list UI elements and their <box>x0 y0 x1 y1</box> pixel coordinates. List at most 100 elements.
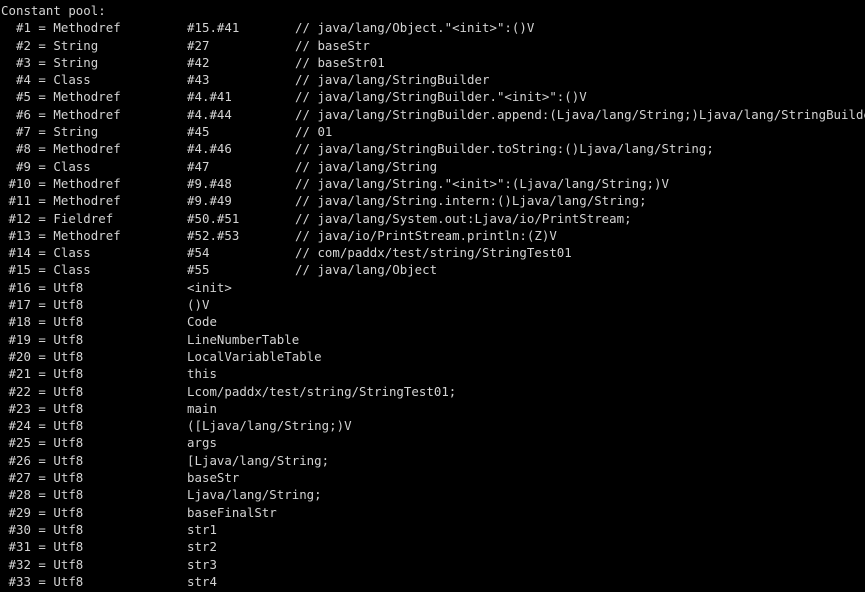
entry-index-and-tag: #11 = Methodref <box>1 193 121 209</box>
constant-pool-entry: #9 = Class #47 // java/lang/String <box>1 158 865 175</box>
constant-pool-entry: #23 = Utf8 main <box>1 400 865 417</box>
entry-comment: // java/lang/StringBuilder."<init>":()V <box>295 89 587 105</box>
constant-pool-entry: #29 = Utf8 baseFinalStr <box>1 504 865 521</box>
entry-comment: // baseStr <box>295 37 370 53</box>
entry-index-and-tag: #14 = Class <box>1 245 91 261</box>
entry-index-and-tag: #5 = Methodref <box>1 89 121 105</box>
entry-index-and-tag: #27 = Utf8 <box>1 470 84 486</box>
entry-value: #54 <box>187 245 210 261</box>
entry-value: str1 <box>187 521 217 537</box>
constant-pool-entry: #3 = String #42 // baseStr01 <box>1 54 865 71</box>
entry-index-and-tag: #9 = Class <box>1 158 91 174</box>
entry-index-and-tag: #22 = Utf8 <box>1 383 84 399</box>
entry-value: [Ljava/lang/String; <box>187 452 330 468</box>
constant-pool-entry: #33 = Utf8 str4 <box>1 573 865 590</box>
entry-index-and-tag: #7 = String <box>1 124 99 140</box>
entry-value: args <box>187 435 217 451</box>
entry-comment: // java/lang/String."<init>":(Ljava/lang… <box>295 175 669 191</box>
entry-comment: // 01 <box>295 124 333 140</box>
entry-value: #27 <box>187 37 210 53</box>
entry-value: #50.#51 <box>187 210 240 226</box>
constant-pool-entry: #4 = Class #43 // java/lang/StringBuilder <box>1 71 865 88</box>
entry-value: main <box>187 400 217 416</box>
entry-value: #4.#41 <box>187 89 232 105</box>
entry-value: str2 <box>187 539 217 555</box>
entry-index-and-tag: #21 = Utf8 <box>1 366 84 382</box>
entry-comment: // java/io/PrintStream.println:(Z)V <box>295 227 557 243</box>
entry-index-and-tag: #32 = Utf8 <box>1 556 84 572</box>
entry-comment: // java/lang/String <box>295 158 438 174</box>
entry-index-and-tag: #29 = Utf8 <box>1 504 84 520</box>
entry-index-and-tag: #6 = Methodref <box>1 106 121 122</box>
entry-value: ([Ljava/lang/String;)V <box>187 418 352 434</box>
constant-pool-entry: #10 = Methodref #9.#48 // java/lang/String… <box>1 175 865 192</box>
entry-index-and-tag: #16 = Utf8 <box>1 279 84 295</box>
entry-value: #52.#53 <box>187 227 240 243</box>
constant-pool-entry: #2 = String #27 // baseStr <box>1 37 865 54</box>
constant-pool-entry: #7 = String #45 // 01 <box>1 123 865 140</box>
constant-pool-entry: #19 = Utf8 LineNumberTable <box>1 331 865 348</box>
entry-value: LocalVariableTable <box>187 348 322 364</box>
entry-value: Lcom/paddx/test/string/StringTest01; <box>187 383 457 399</box>
entry-value: #15.#41 <box>187 20 240 36</box>
constant-pool-header: Constant pool: <box>1 3 106 18</box>
constant-pool-entry: #16 = Utf8 <init> <box>1 279 865 296</box>
entry-index-and-tag: #12 = Fieldref <box>1 210 114 226</box>
entry-comment: // java/lang/StringBuilder <box>295 72 490 88</box>
entry-value: #42 <box>187 54 210 70</box>
entry-value: #45 <box>187 124 210 140</box>
constant-pool-entry: #1 = Methodref #15.#41 // java/lang/Object… <box>1 19 865 36</box>
entry-index-and-tag: #13 = Methodref <box>1 227 121 243</box>
entry-index-and-tag: #3 = String <box>1 54 99 70</box>
entry-comment: // java/lang/Object."<init>":()V <box>295 20 535 36</box>
entry-value: #9.#49 <box>187 193 232 209</box>
entry-value: str3 <box>187 556 217 572</box>
entry-index-and-tag: #26 = Utf8 <box>1 452 84 468</box>
constant-pool-entry: #5 = Methodref #4.#41 // java/lang/StringB… <box>1 88 865 105</box>
entry-value: LineNumberTable <box>187 331 300 347</box>
entry-value: ()V <box>187 297 210 313</box>
entry-value: baseFinalStr <box>187 504 277 520</box>
entry-index-and-tag: #23 = Utf8 <box>1 400 84 416</box>
entry-value: str4 <box>187 573 217 589</box>
entry-value: Ljava/lang/String; <box>187 487 322 503</box>
entry-comment: // java/lang/String.intern:()Ljava/lang/… <box>295 193 647 209</box>
entry-value: #43 <box>187 72 210 88</box>
constant-pool-entry: #32 = Utf8 str3 <box>1 556 865 573</box>
entry-index-and-tag: #25 = Utf8 <box>1 435 84 451</box>
entry-index-and-tag: #2 = String <box>1 37 99 53</box>
entry-comment: // com/paddx/test/string/StringTest01 <box>295 245 572 261</box>
entry-index-and-tag: #31 = Utf8 <box>1 539 84 555</box>
entry-value: #47 <box>187 158 210 174</box>
entry-comment: // java/lang/StringBuilder.append:(Ljava… <box>295 106 865 122</box>
entry-value: #4.#44 <box>187 106 232 122</box>
constant-pool-entry-list: #1 = Methodref #15.#41 // java/lang/Object… <box>1 19 865 592</box>
entry-comment: // java/lang/System.out:Ljava/io/PrintSt… <box>295 210 632 226</box>
entry-index-and-tag: #19 = Utf8 <box>1 331 84 347</box>
entry-value: #55 <box>187 262 210 278</box>
constant-pool-entry: #28 = Utf8 Ljava/lang/String; <box>1 486 865 503</box>
entry-index-and-tag: #20 = Utf8 <box>1 348 84 364</box>
entry-value: <init> <box>187 279 232 295</box>
constant-pool-entry: #18 = Utf8 Code <box>1 313 865 330</box>
terminal-output-pane[interactable]: Constant pool: #1 = Methodref #15.#41 // j… <box>0 0 865 592</box>
constant-pool-entry: #14 = Class #54 // com/paddx/test/string/S… <box>1 244 865 261</box>
constant-pool-entry: #27 = Utf8 baseStr <box>1 469 865 486</box>
constant-pool-entry: #24 = Utf8 ([Ljava/lang/String;)V <box>1 417 865 434</box>
entry-comment: // baseStr01 <box>295 54 385 70</box>
entry-value: baseStr <box>187 470 240 486</box>
entry-index-and-tag: #24 = Utf8 <box>1 418 84 434</box>
entry-index-and-tag: #28 = Utf8 <box>1 487 84 503</box>
constant-pool-entry: #6 = Methodref #4.#44 // java/lang/StringB… <box>1 106 865 123</box>
entry-index-and-tag: #8 = Methodref <box>1 141 121 157</box>
entry-index-and-tag: #18 = Utf8 <box>1 314 84 330</box>
constant-pool-entry: #21 = Utf8 this <box>1 365 865 382</box>
constant-pool-entry: #31 = Utf8 str2 <box>1 538 865 555</box>
constant-pool-entry: #20 = Utf8 LocalVariableTable <box>1 348 865 365</box>
entry-value: #9.#48 <box>187 175 232 191</box>
constant-pool-entry: #13 = Methodref #52.#53 // java/io/PrintSt… <box>1 227 865 244</box>
constant-pool-entry: #12 = Fieldref #50.#51 // java/lang/System… <box>1 210 865 227</box>
constant-pool-entry: #15 = Class #55 // java/lang/Object <box>1 261 865 278</box>
entry-comment: // java/lang/StringBuilder.toString:()Lj… <box>295 141 714 157</box>
constant-pool-entry: #8 = Methodref #4.#46 // java/lang/StringB… <box>1 140 865 157</box>
